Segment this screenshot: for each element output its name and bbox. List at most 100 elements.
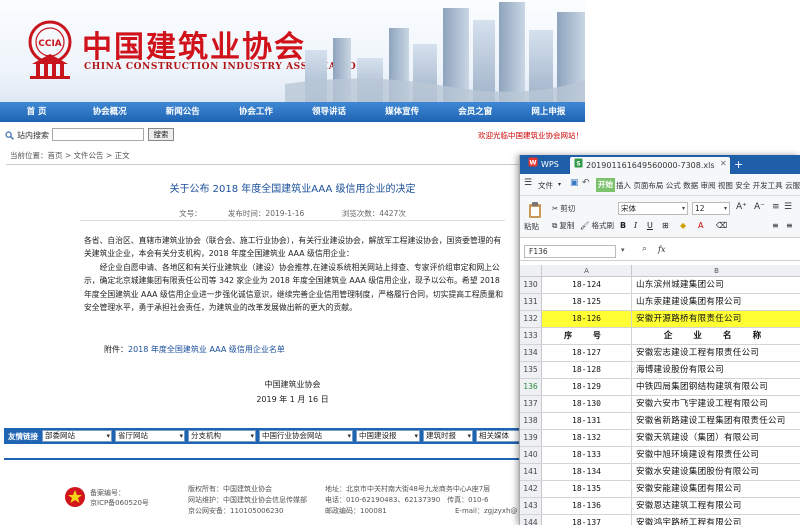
nav-work[interactable]: 协会工作: [219, 102, 292, 122]
cell-serial-number[interactable]: 18-131: [542, 413, 632, 429]
align-right-icon[interactable]: ≡: [786, 221, 793, 230]
row-number[interactable]: 142: [520, 481, 542, 497]
row-number[interactable]: 132: [520, 311, 542, 327]
fx-button[interactable]: fx: [658, 245, 665, 254]
footer-email[interactable]: E-mail：zgjzyxh@: [455, 506, 517, 516]
cell-company-name[interactable]: 安徽恩达建筑工程有限公司: [632, 498, 800, 514]
new-tab-icon[interactable]: +: [734, 157, 743, 172]
nav-members[interactable]: 会员之窗: [439, 102, 512, 122]
font-color-icon[interactable]: A: [698, 221, 703, 230]
align-left-icon[interactable]: ☰: [784, 202, 792, 212]
cell-company-name[interactable]: 海博建设股份有限公司: [632, 362, 800, 378]
record-value[interactable]: 京ICP备060520号: [90, 498, 149, 508]
font-grow-icon[interactable]: A⁺: [736, 202, 747, 212]
links-select-associations[interactable]: 中国行业协会网站: [259, 430, 353, 442]
cell-company-name[interactable]: 安徽安能建设集团有限公司: [632, 481, 800, 497]
select-all-corner[interactable]: [520, 265, 542, 277]
search-button[interactable]: 搜索: [148, 128, 174, 141]
cell-serial-number[interactable]: 18-129: [542, 379, 632, 395]
cell-serial-number[interactable]: 18-127: [542, 345, 632, 361]
copy-button[interactable]: ⧉ 复制: [552, 220, 574, 231]
align-center-icon[interactable]: ≡: [772, 221, 779, 230]
cell-serial-number[interactable]: 18-133: [542, 447, 632, 463]
cell-serial-number[interactable]: 18-126: [542, 311, 632, 327]
cell-company-name[interactable]: 安徽中旭环境建设有限责任公司: [632, 447, 800, 463]
row-number[interactable]: 139: [520, 430, 542, 446]
file-menu[interactable]: 文件: [538, 180, 553, 191]
cell-serial-number[interactable]: 18-128: [542, 362, 632, 378]
undo-icon[interactable]: ↶: [582, 178, 590, 188]
italic-button[interactable]: I: [634, 221, 637, 230]
row-number[interactable]: 144: [520, 515, 542, 525]
cell-company-name[interactable]: 中铁四局集团钢结构建筑有限公司: [632, 379, 800, 395]
chevron-down-icon[interactable]: ▾: [621, 246, 625, 254]
links-select-construction-times[interactable]: 建筑时报: [423, 430, 473, 442]
cell-company-name[interactable]: 安徽水安建设集团股份有限公司: [632, 464, 800, 480]
row-number[interactable]: 143: [520, 498, 542, 514]
row-number[interactable]: 140: [520, 447, 542, 463]
paste-icon[interactable]: [526, 201, 544, 221]
zoom-icon[interactable]: ⌕: [642, 244, 647, 254]
cell-company-name[interactable]: 山东滨州城建集团公司: [632, 277, 800, 293]
links-select-branches[interactable]: 分支机构: [188, 430, 256, 442]
row-number[interactable]: 141: [520, 464, 542, 480]
fill-color-icon[interactable]: ◆: [680, 221, 686, 230]
ribbon-tab-start[interactable]: 开始: [596, 178, 615, 192]
border-icon[interactable]: ⊞: [662, 221, 669, 230]
cell-serial-number[interactable]: 18-134: [542, 464, 632, 480]
row-number[interactable]: 138: [520, 413, 542, 429]
row-number[interactable]: 135: [520, 362, 542, 378]
links-select-provinces[interactable]: 省厅网站: [115, 430, 185, 442]
nav-speeches[interactable]: 领导讲话: [293, 102, 366, 122]
row-number[interactable]: 130: [520, 277, 542, 293]
font-shrink-icon[interactable]: A⁻: [754, 202, 765, 212]
links-select-construction-news[interactable]: 中国建设报: [356, 430, 420, 442]
nav-home[interactable]: 首 页: [0, 102, 73, 122]
cell-serial-number[interactable]: 序 号: [542, 328, 632, 344]
menu-icon[interactable]: ☰: [524, 178, 532, 188]
align-top-icon[interactable]: ≡: [772, 202, 780, 212]
cell-company-name[interactable]: 山东汞建建设集团有限公司: [632, 294, 800, 310]
cell-serial-number[interactable]: 18-136: [542, 498, 632, 514]
clear-format-icon[interactable]: ⌫: [716, 221, 727, 230]
cell-company-name[interactable]: 企 业 名 称: [632, 328, 800, 344]
nav-media[interactable]: 媒体宣传: [366, 102, 439, 122]
cell-serial-number[interactable]: 18-137: [542, 515, 632, 525]
cell-serial-number[interactable]: 18-125: [542, 294, 632, 310]
search-input[interactable]: [52, 128, 144, 141]
cell-company-name[interactable]: 安徽六安市飞宇建设工程有限公司: [632, 396, 800, 412]
paste-label[interactable]: 粘贴: [524, 221, 539, 232]
ribbon-tabs[interactable]: 插入 页面布局 公式 数据 审阅 视图 安全 开发工具 云服务: [616, 180, 800, 191]
cell-name-box[interactable]: F136: [524, 245, 616, 258]
row-number[interactable]: 136: [520, 379, 542, 395]
nav-news[interactable]: 新闻公告: [146, 102, 219, 122]
row-number[interactable]: 137: [520, 396, 542, 412]
cell-serial-number[interactable]: 18-135: [542, 481, 632, 497]
cut-button[interactable]: ✂ 剪切: [552, 203, 575, 214]
cell-serial-number[interactable]: 18-124: [542, 277, 632, 293]
ccia-logo-icon[interactable]: CCIA: [24, 20, 76, 80]
cell-serial-number[interactable]: 18-132: [542, 430, 632, 446]
row-number[interactable]: 131: [520, 294, 542, 310]
font-name-select[interactable]: 宋体 ▾: [618, 202, 688, 215]
cell-company-name[interactable]: 安徽省新路建设工程集团有限责任公司: [632, 413, 800, 429]
cell-company-name[interactable]: 安徽开源路桥有限责任公司: [632, 311, 800, 327]
save-icon[interactable]: ▣: [570, 178, 579, 188]
attachment-link[interactable]: 2018 年度全国建筑业 AAA 级信用企业名单: [128, 345, 285, 354]
column-header-b[interactable]: B: [632, 265, 800, 277]
row-number[interactable]: 134: [520, 345, 542, 361]
cell-serial-number[interactable]: 18-130: [542, 396, 632, 412]
nav-about[interactable]: 协会概况: [73, 102, 146, 122]
cell-company-name[interactable]: 安徽天筑建设（集团）有限公司: [632, 430, 800, 446]
font-size-select[interactable]: 12 ▾: [692, 202, 730, 215]
format-painter-button[interactable]: 🖌 格式刷: [580, 220, 614, 231]
wps-app-tab[interactable]: W WPS: [524, 157, 565, 172]
row-number[interactable]: 133: [520, 328, 542, 344]
underline-button[interactable]: U: [647, 221, 653, 230]
file-tab[interactable]: S 20190116164956000­0-7308.xls: [570, 157, 730, 174]
cell-company-name[interactable]: 安徽鸿宇路桥工程有限公司: [632, 515, 800, 525]
links-select-ministries[interactable]: 部委网站: [42, 430, 112, 442]
column-header-a[interactable]: A: [542, 265, 632, 277]
cell-company-name[interactable]: 安徽宏志建设工程有限责任公司: [632, 345, 800, 361]
bold-button[interactable]: B: [620, 221, 626, 230]
